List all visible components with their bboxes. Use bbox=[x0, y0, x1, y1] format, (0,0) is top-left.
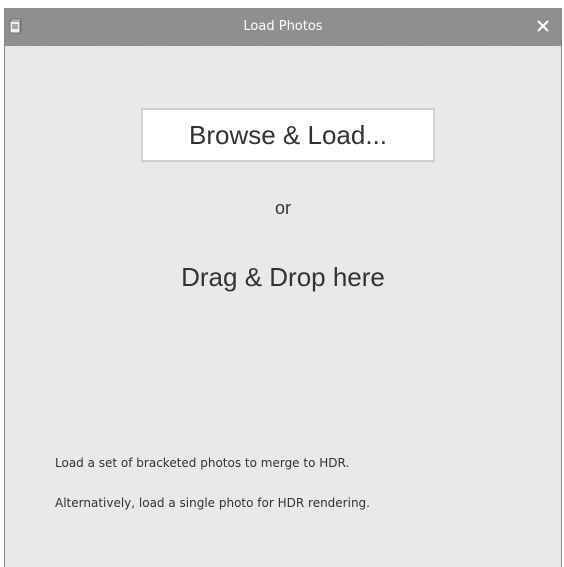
drag-drop-zone[interactable]: Drag & Drop here bbox=[5, 262, 561, 293]
load-photos-dialog: Load Photos Browse & Load... or Drag & D… bbox=[4, 8, 562, 567]
help-text-single: Alternatively, load a single photo for H… bbox=[55, 496, 370, 510]
close-button[interactable] bbox=[531, 15, 555, 39]
title-bar[interactable]: Load Photos bbox=[5, 8, 561, 46]
window-title: Load Photos bbox=[243, 19, 323, 34]
browse-load-button[interactable]: Browse & Load... bbox=[141, 108, 435, 162]
help-text-bracketed: Load a set of bracketed photos to merge … bbox=[55, 456, 350, 470]
or-separator: or bbox=[274, 198, 291, 218]
close-icon bbox=[536, 18, 550, 37]
